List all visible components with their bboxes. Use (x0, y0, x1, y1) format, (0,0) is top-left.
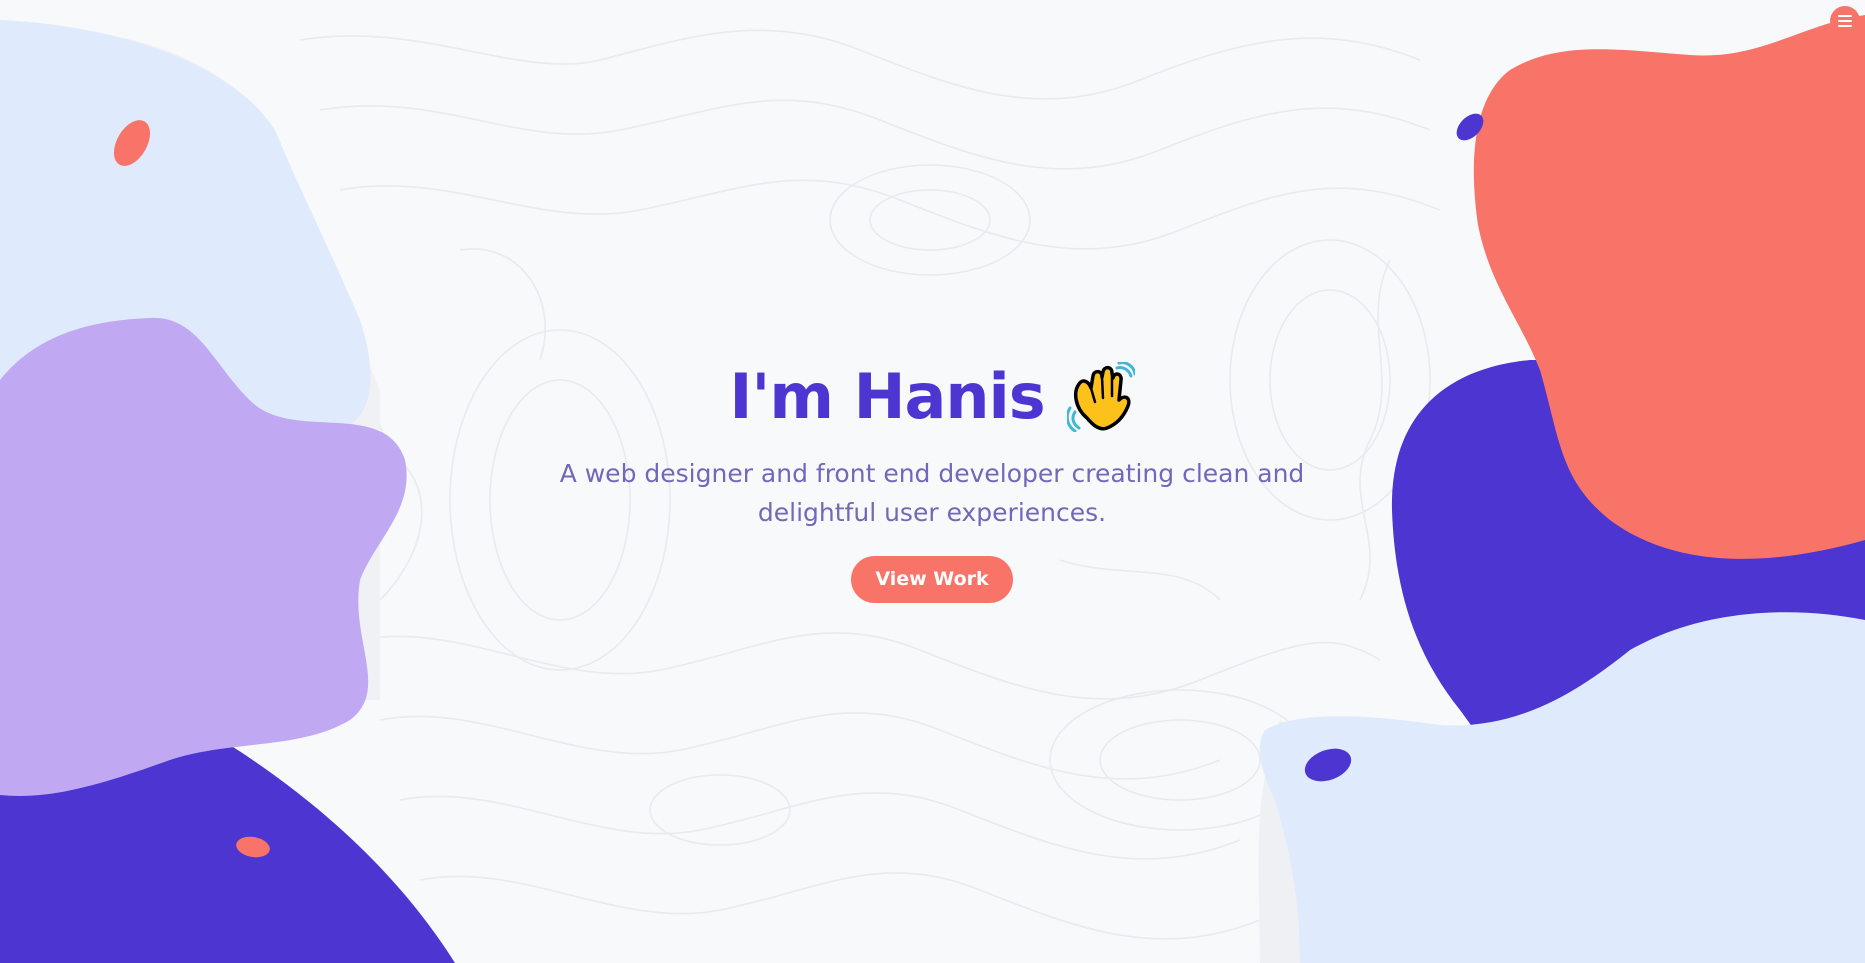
hero-title: I'm Hanis (729, 360, 1045, 433)
hero-section: I'm Hanis A web designer and front end d… (0, 0, 1865, 963)
waving-hand-icon (1066, 362, 1135, 432)
hamburger-menu-icon (1838, 15, 1852, 27)
menu-button[interactable] (1830, 6, 1860, 36)
hero-subtitle: A web designer and front end developer c… (559, 459, 1305, 527)
hero-heading: I'm Hanis (729, 352, 1135, 442)
view-work-button[interactable]: View Work (851, 556, 1013, 603)
hero-content: I'm Hanis A web designer and front end d… (432, 352, 1432, 603)
